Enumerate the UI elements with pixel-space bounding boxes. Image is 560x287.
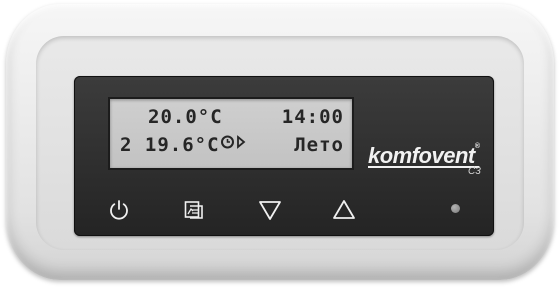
play-icon xyxy=(136,110,245,149)
model-label: C3 xyxy=(468,166,481,177)
triangle-up-icon xyxy=(331,198,357,222)
power-icon xyxy=(107,198,131,222)
clock-icon xyxy=(120,110,234,148)
lcd-line-2: 2 19.6°C Лето xyxy=(120,134,344,156)
menu-icon xyxy=(182,198,206,222)
lcd-line-1: 20.0°C 14:00 xyxy=(120,106,344,149)
room-temperature: 2 19.6°C xyxy=(120,134,220,156)
supply-temperature: 20.0°C xyxy=(148,106,223,128)
triangle-down-icon xyxy=(257,198,283,222)
status-led xyxy=(451,204,460,213)
down-button[interactable] xyxy=(255,196,285,224)
season-mode: Лето xyxy=(294,134,344,156)
power-button[interactable] xyxy=(104,196,134,224)
menu-button[interactable] xyxy=(179,196,209,224)
up-button[interactable] xyxy=(329,196,359,224)
lcd-display: 20.0°C 14:00 2 19.6°C Лето xyxy=(108,97,354,170)
time-display: 14:00 xyxy=(281,106,344,128)
